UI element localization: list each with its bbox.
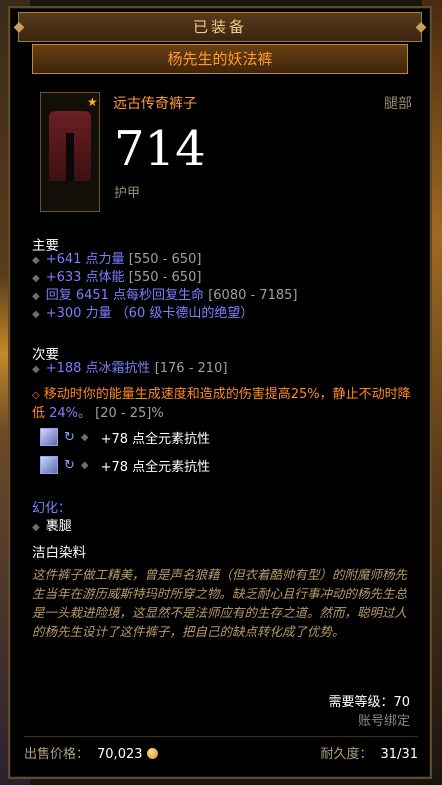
item-portrait: ★ xyxy=(40,92,100,212)
cycle-icon: ↻ xyxy=(64,429,75,445)
armor-value: 714 xyxy=(114,121,206,177)
bullet-icon: ◆ xyxy=(32,309,40,320)
socket-row: ↻ ◆ +78 点全元素抗性 xyxy=(40,426,210,448)
legendary-bullet-icon: ◇ xyxy=(32,390,40,401)
flavor-text: 这件裤子做工精美，曾是声名狼藉（但衣着酷帅有型）的附魔师杨先生当年在游历威斯特玛… xyxy=(32,567,408,639)
primary-stat: ◆ +641 点力量 [550 - 650] xyxy=(32,252,202,267)
item-type: 远古传奇裤子 xyxy=(113,96,197,112)
ancient-star-icon: ★ xyxy=(87,95,98,109)
bullet-icon: ◆ xyxy=(80,431,89,443)
item-tooltip: 已装备 ◆ ◆ 杨先生的妖法裤 ★ 远古传奇裤子 腿部 714 护甲 主要 ◆ +… xyxy=(8,6,432,779)
socket-row: ↻ ◆ +78 点全元素抗性 xyxy=(40,454,210,476)
item-name-header: 杨先生的妖法裤 xyxy=(32,44,408,74)
legendary-power: ◇ 移动时你的能量生成速度和造成的伤害提高25%，静止不动时降低 24%。 [20… xyxy=(32,387,411,421)
pants-icon xyxy=(49,111,91,181)
bullet-icon: ◆ xyxy=(32,522,40,533)
primary-stat: ◆ 回复 6451 点每秒回复生命 [6080 - 7185] xyxy=(32,288,298,303)
gold-coin-icon xyxy=(146,747,158,759)
ornament-right-icon: ◆ xyxy=(415,19,427,35)
cycle-icon: ↻ xyxy=(64,457,75,473)
durability: 耐久度： 31/31 xyxy=(320,746,418,762)
ornament-left-icon: ◆ xyxy=(13,19,25,35)
item-slot: 腿部 xyxy=(384,96,412,112)
dye-name: 洁白染料 xyxy=(32,545,86,561)
bullet-icon: ◆ xyxy=(80,459,89,471)
account-bound: 账号绑定 xyxy=(357,714,410,729)
item-name: 杨先生的妖法裤 xyxy=(167,50,273,68)
primary-stat: ◆ +633 点体能 [550 - 650] xyxy=(32,270,202,285)
armor-label: 护甲 xyxy=(114,186,141,201)
secondary-stat: ◆ +188 点冰霜抗性 [176 - 210] xyxy=(32,361,228,376)
equipped-label: 已装备 xyxy=(192,18,247,36)
equipped-header: 已装备 xyxy=(18,12,422,42)
primary-stat: ◆ +300 力量 （60 级卡德山的绝望） xyxy=(32,306,254,321)
socket-gem-icon xyxy=(40,456,58,474)
bullet-icon: ◆ xyxy=(32,255,40,266)
tooltip-footer: 出售价格： 70,023 耐久度： 31/31 xyxy=(24,736,418,767)
sell-price: 出售价格： 70,023 xyxy=(24,743,158,762)
transmog-heading: 幻化： xyxy=(32,501,72,516)
transmog-value: ◆ 裹腿 xyxy=(32,519,72,534)
socket-stat: +78 点全元素抗性 xyxy=(100,459,211,475)
socket-gem-icon xyxy=(40,428,58,446)
socket-stat: +78 点全元素抗性 xyxy=(100,431,211,447)
bullet-icon: ◆ xyxy=(32,273,40,284)
bullet-icon: ◆ xyxy=(32,291,40,302)
bullet-icon: ◆ xyxy=(32,364,40,375)
required-level: 需要等级：70 xyxy=(328,695,410,710)
